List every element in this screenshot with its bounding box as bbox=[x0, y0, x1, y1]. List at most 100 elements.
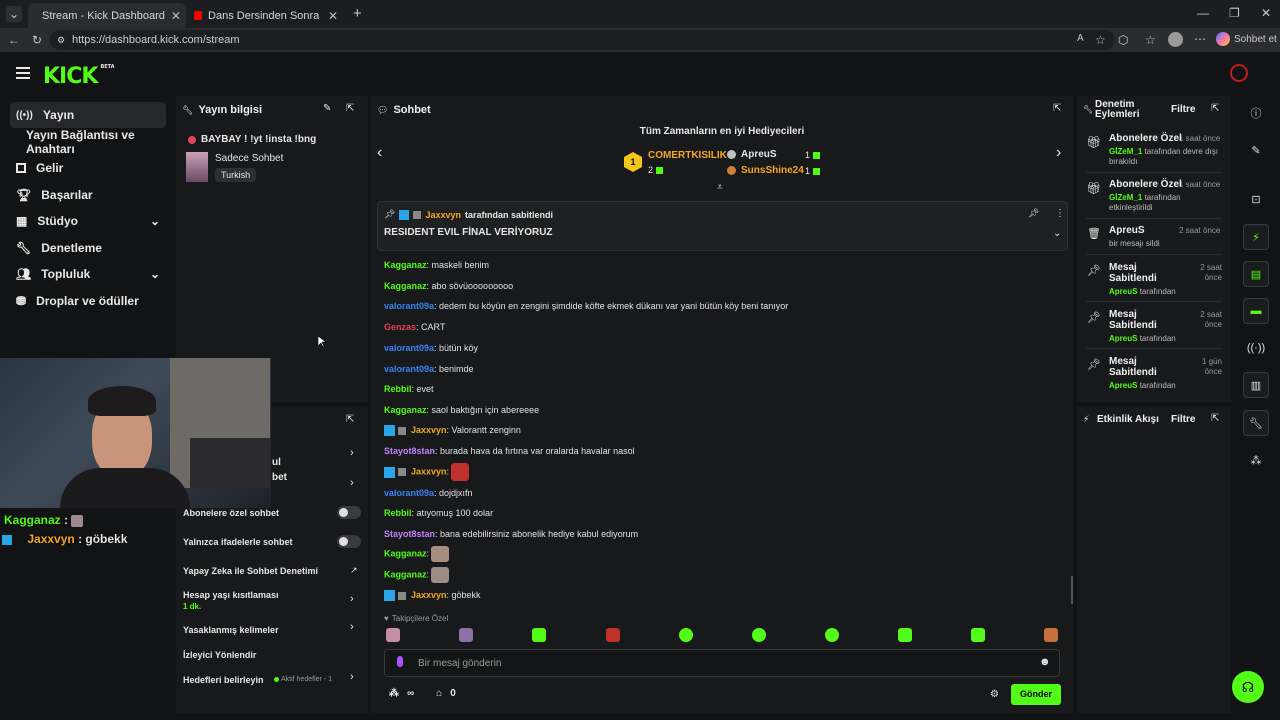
chat-username[interactable]: Kagganaz bbox=[384, 405, 427, 415]
filter-button[interactable]: Filtre bbox=[1171, 104, 1195, 115]
chat-username[interactable]: Kagganaz bbox=[384, 260, 427, 270]
emote-button[interactable] bbox=[386, 628, 400, 642]
read-aloud-icon[interactable]: A bbox=[1077, 33, 1084, 44]
popout-icon[interactable]: ⇱ bbox=[1211, 103, 1219, 114]
emote-button[interactable] bbox=[1044, 628, 1058, 642]
chat-username[interactable]: Stayot8stan bbox=[384, 446, 435, 456]
chat-scrollbar[interactable] bbox=[1071, 576, 1073, 604]
store-icon[interactable]: ⌂ bbox=[436, 688, 442, 699]
window-close-icon[interactable]: ✕ bbox=[1261, 6, 1271, 20]
sidebar-item-yayin[interactable]: ((•)) Yayın bbox=[10, 102, 166, 128]
site-info-icon[interactable]: ⚙ bbox=[57, 35, 65, 46]
more-menu-icon[interactable]: ⋯ bbox=[1194, 32, 1206, 46]
favorite-star-icon[interactable]: ☆ bbox=[1095, 33, 1106, 47]
emote-button[interactable] bbox=[825, 628, 839, 642]
ai-moderation-label[interactable]: Yapay Zeka ile Sohbet Denetimi bbox=[183, 566, 318, 576]
top-gifter-name[interactable]: COMERTKISILIK bbox=[648, 150, 727, 161]
account-age-label[interactable]: Hesap yaşı kısıtlaması bbox=[183, 590, 279, 600]
restore-icon[interactable]: ❐ bbox=[1229, 6, 1240, 20]
sidebar-item-gelir[interactable]: Gelir bbox=[10, 155, 166, 181]
emote-button[interactable] bbox=[752, 628, 766, 642]
chat-username[interactable]: valorant09a bbox=[384, 301, 434, 311]
popout-icon[interactable]: ⇱ bbox=[1211, 413, 1219, 424]
layout-icon[interactable]: ▥ bbox=[1243, 372, 1269, 398]
popout-icon[interactable]: ⇱ bbox=[346, 103, 354, 114]
chat-username[interactable]: Kagganaz bbox=[384, 548, 427, 558]
chat-toggle-icon[interactable]: ▬ bbox=[1243, 298, 1269, 324]
unpin-icon[interactable]: 📌︎ bbox=[1028, 208, 1039, 219]
chat-settings-gear-icon[interactable]: ⚙ bbox=[990, 689, 999, 700]
close-tab-icon[interactable]: ✕ bbox=[171, 9, 181, 23]
collapse-icon[interactable]: ⩡ bbox=[717, 182, 723, 193]
emote-button[interactable] bbox=[679, 628, 693, 642]
chat-username[interactable]: Jaxxvyn bbox=[411, 466, 447, 476]
more-options-icon[interactable]: ⋮ bbox=[1055, 208, 1065, 219]
chat-username[interactable]: Rebbil bbox=[384, 508, 412, 518]
microphone-icon[interactable] bbox=[397, 656, 403, 667]
info-icon[interactable]: ⓘ bbox=[1243, 100, 1269, 126]
chat-username[interactable]: Rebbil bbox=[384, 384, 412, 394]
chevron-right-icon[interactable]: › bbox=[350, 477, 354, 489]
stream-category[interactable]: Sadece Sohbet bbox=[215, 153, 283, 164]
mod-tools-wrench-icon[interactable]: 🔧︎ bbox=[1243, 410, 1269, 436]
chevron-right-icon[interactable]: › bbox=[350, 593, 354, 605]
minimize-icon[interactable]: — bbox=[1197, 6, 1209, 20]
chat-username[interactable]: Jaxxvyn bbox=[411, 590, 447, 600]
favorites-icon[interactable]: ☆ bbox=[1145, 33, 1156, 47]
edit-pencil-icon[interactable]: ✎ bbox=[323, 103, 331, 114]
sidebar-item-denetleme[interactable]: 🔧︎ Denetleme bbox=[10, 235, 166, 261]
emote-button[interactable] bbox=[532, 628, 546, 642]
community-rail-icon[interactable]: ⁂ bbox=[1243, 447, 1269, 473]
back-icon[interactable]: ← bbox=[8, 33, 20, 47]
prev-arrow-icon[interactable]: ‹ bbox=[377, 144, 382, 162]
banned-words-label[interactable]: Yasaklanmış kelimeler bbox=[183, 625, 279, 635]
sidebar-item-basarilar[interactable]: 🏆︎ Başarılar bbox=[10, 182, 166, 208]
external-link-icon[interactable]: ↗ bbox=[350, 565, 358, 576]
chat-input[interactable]: Bir mesaj gönderin ☻ bbox=[384, 649, 1060, 677]
chat-username[interactable]: valorant09a bbox=[384, 488, 434, 498]
send-button[interactable]: Gönder bbox=[1011, 684, 1061, 705]
goals-label[interactable]: Hedefleri belirleyin bbox=[183, 675, 264, 685]
edit-icon[interactable]: ✎ bbox=[1243, 137, 1269, 163]
notes-icon[interactable]: ▤ bbox=[1243, 261, 1269, 287]
chat-username[interactable]: Jaxxvyn bbox=[411, 425, 447, 435]
gifter-row[interactable]: ApreuS bbox=[727, 149, 777, 160]
popout-icon[interactable]: ⇱ bbox=[346, 414, 354, 425]
url-bar[interactable]: ⚙ https://dashboard.kick.com/stream bbox=[50, 30, 1115, 50]
popout-icon[interactable]: ⇱ bbox=[1053, 103, 1061, 114]
viewer-redirect-label[interactable]: İzleyici Yönlendir bbox=[183, 650, 256, 660]
chevron-right-icon[interactable]: › bbox=[350, 447, 354, 459]
sidebar-item-topluluk[interactable]: 👥︎ Topluluk ⌄ bbox=[10, 261, 166, 287]
sidebar-item-studyo[interactable]: ▦ Stüdyo ⌄ bbox=[10, 208, 166, 234]
tab-list-button[interactable]: ⌄ bbox=[6, 6, 22, 22]
chat-username[interactable]: Stayot8stan bbox=[384, 529, 435, 539]
chat-username[interactable]: Kagganaz bbox=[384, 281, 427, 291]
next-arrow-icon[interactable]: › bbox=[1056, 144, 1061, 162]
sidebar-item-droplar[interactable]: ⛃ Droplar ve ödüller bbox=[10, 288, 166, 314]
tab-youtube[interactable]: Dans Dersinden Sonra Ortadan Ka ✕ bbox=[186, 3, 346, 28]
reload-icon[interactable]: ↻ bbox=[32, 33, 42, 47]
tab-kick-dashboard[interactable]: Stream - Kick Dashboard ✕ bbox=[28, 3, 186, 28]
capture-icon[interactable]: ⊡ bbox=[1243, 186, 1269, 212]
chevron-right-icon[interactable]: › bbox=[350, 621, 354, 633]
chevron-down-icon[interactable]: ⌄ bbox=[1053, 228, 1061, 239]
hamburger-menu-icon[interactable] bbox=[16, 67, 30, 79]
pinned-by-user[interactable]: Jaxxvyn bbox=[425, 210, 461, 220]
close-tab-icon[interactable]: ✕ bbox=[328, 9, 338, 23]
emote-only-toggle[interactable] bbox=[337, 535, 361, 548]
quick-action-lightning-icon[interactable]: ⚡︎ bbox=[1243, 224, 1269, 250]
sidebar-item-stream-key[interactable]: Yayın Bağlantısı ve Anahtarı bbox=[20, 128, 180, 156]
chat-username[interactable]: valorant09a bbox=[384, 343, 434, 353]
copilot-button[interactable]: Sohbet et bbox=[1216, 32, 1277, 46]
extensions-icon[interactable]: ⬡ bbox=[1118, 33, 1128, 47]
gifter-row[interactable]: SunsShine24 bbox=[727, 165, 804, 176]
filter-button[interactable]: Filtre bbox=[1171, 414, 1195, 425]
emote-button[interactable] bbox=[971, 628, 985, 642]
chat-username[interactable]: Genzas bbox=[384, 322, 416, 332]
chat-username[interactable]: Kagganaz bbox=[384, 569, 427, 579]
support-headset-icon[interactable]: ☊ bbox=[1232, 671, 1264, 703]
broadcast-icon[interactable]: ((·)) bbox=[1243, 335, 1269, 361]
kick-logo[interactable]: KICK BETA bbox=[43, 64, 115, 89]
subscriber-only-toggle[interactable] bbox=[337, 506, 361, 519]
new-tab-icon[interactable]: + bbox=[353, 5, 362, 22]
